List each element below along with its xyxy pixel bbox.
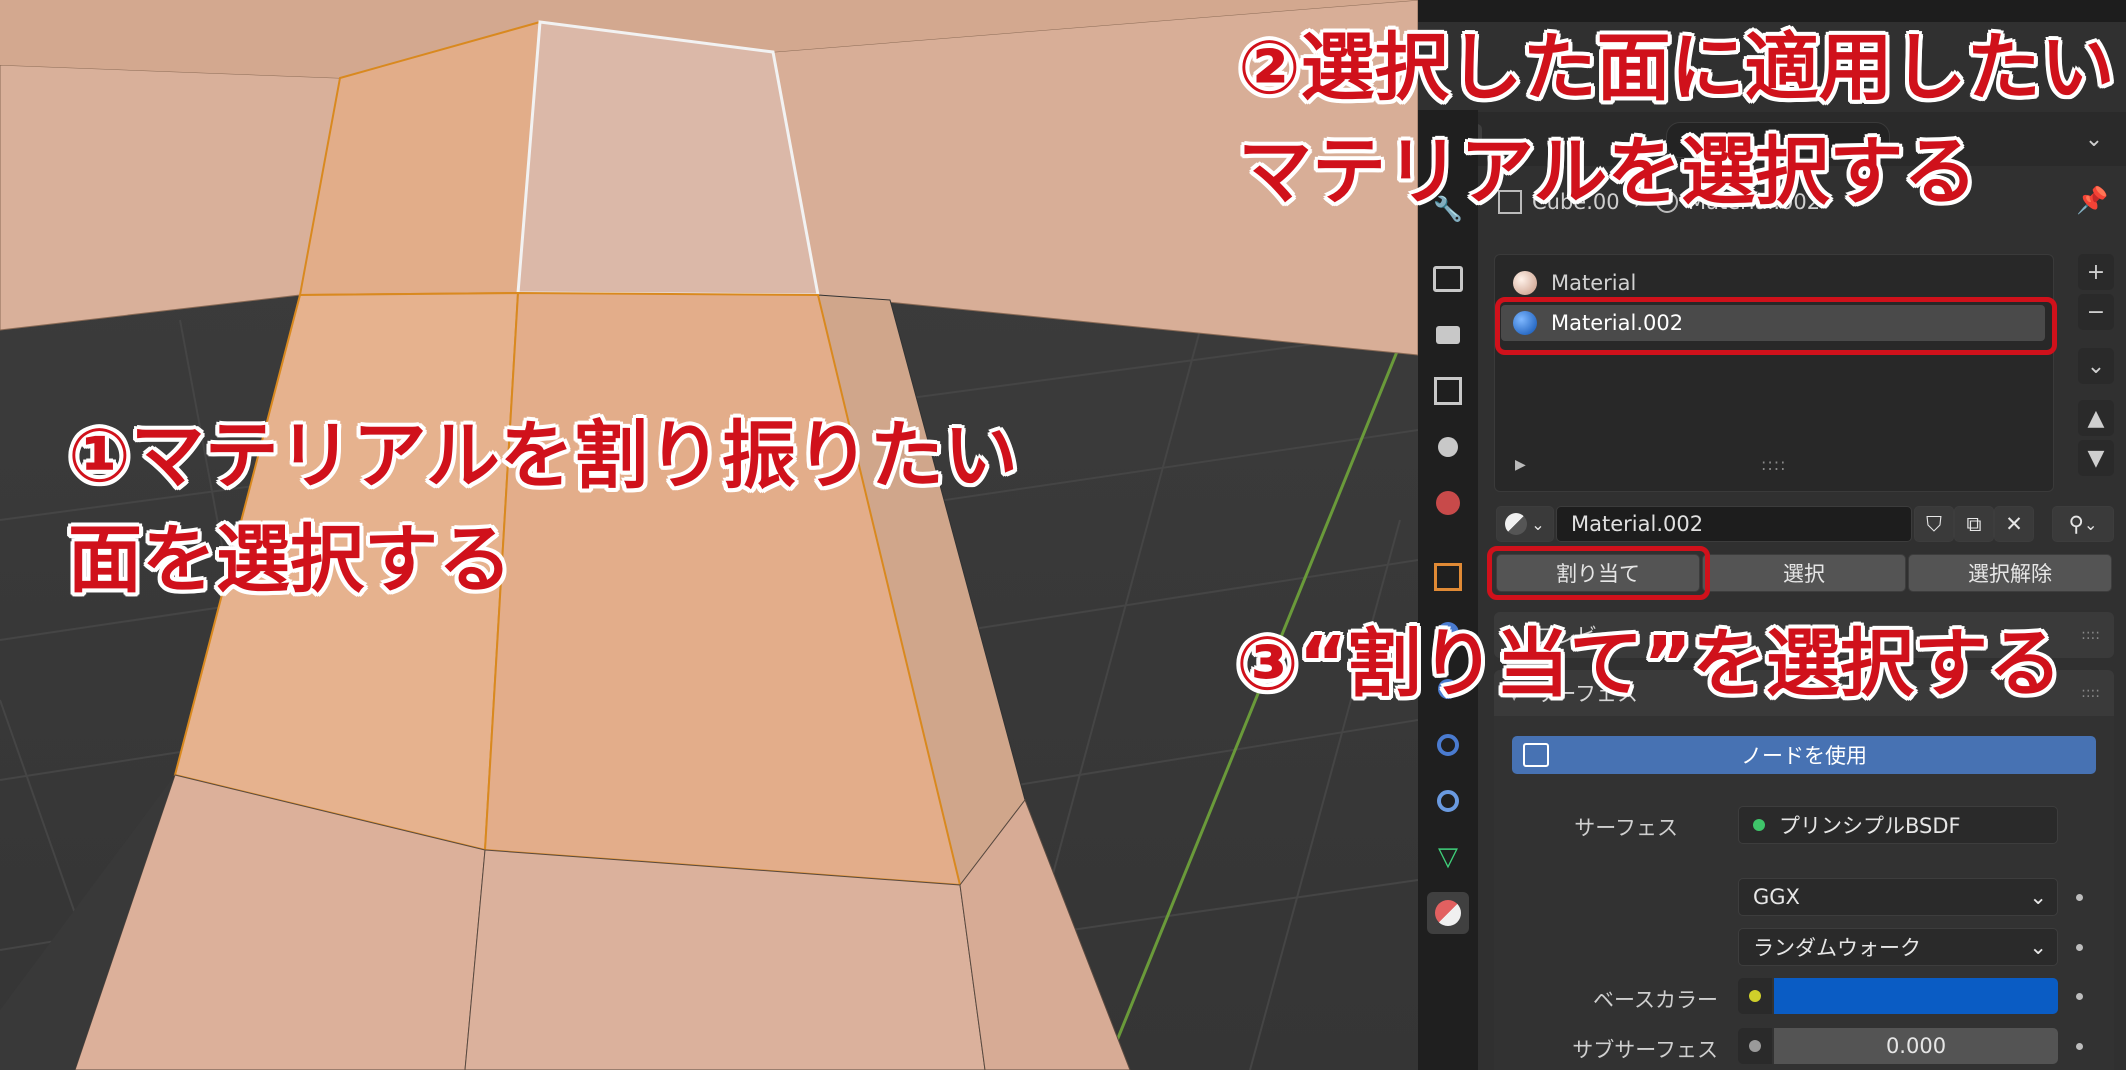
slot-specials-button[interactable]: ⌄	[2078, 348, 2114, 384]
link-mode-dropdown[interactable]: ⚲ ⌄	[2052, 506, 2114, 542]
subsurface-method-dropdown[interactable]: ランダムウォーク ⌄	[1738, 928, 2058, 966]
base-color-socket[interactable]	[1738, 978, 1772, 1014]
chevron-down-icon: ⌄	[2086, 353, 2106, 379]
highlight-assign-button	[1487, 546, 1710, 600]
add-slot-button[interactable]: +	[2078, 254, 2114, 290]
expand-triangle-icon[interactable]: ▶	[1515, 457, 1526, 473]
node-editor-icon	[1523, 743, 1549, 767]
deselect-button[interactable]: 選択解除	[1908, 554, 2112, 592]
properties-tab-bar: 🔧 ▽	[1418, 110, 1478, 1070]
duplicate-material-button[interactable]: ⧉	[1954, 506, 1994, 542]
area-top-strip	[1418, 0, 2126, 22]
triangle-down-icon: ▼	[2087, 445, 2105, 471]
material-name-value: Material.002	[1571, 512, 1704, 536]
list-item[interactable]: Material	[1501, 265, 2045, 301]
options-dropdown[interactable]: ⌄	[2076, 122, 2112, 156]
pin-icon[interactable]: 📌	[2076, 186, 2108, 216]
triangle-up-icon: ▲	[2087, 405, 2105, 431]
tab-view-layer[interactable]	[1427, 370, 1469, 412]
animate-dot-icon[interactable]	[2076, 894, 2083, 901]
animate-dot-icon[interactable]	[2076, 1043, 2083, 1050]
base-color-swatch[interactable]	[1774, 978, 2058, 1014]
subsurface-method-value: ランダムウォーク	[1753, 936, 1921, 960]
subsurface-socket[interactable]	[1738, 1028, 1772, 1064]
animate-dot-icon[interactable]	[2076, 993, 2083, 1000]
material-sphere-icon	[1435, 900, 1461, 926]
material-sphere-icon	[1505, 513, 1528, 535]
annotation-step1-line1: ①マテリアルを割り振りたい	[68, 413, 1018, 499]
tab-scene[interactable]	[1427, 426, 1469, 468]
mesh-data-icon: ▽	[1438, 842, 1458, 872]
tab-material[interactable]	[1427, 892, 1469, 934]
constraint-icon	[1437, 790, 1459, 812]
subsurface-slider[interactable]: 0.000	[1774, 1028, 2058, 1064]
chevron-down-icon: ⌄	[1531, 514, 1545, 534]
surface-shader-value: プリンシプルBSDF	[1779, 814, 1961, 838]
drag-grip-icon[interactable]: ::::	[2081, 685, 2100, 701]
distribution-value: GGX	[1753, 885, 1800, 909]
subsurface-label: サブサーフェス	[1572, 1038, 1718, 1062]
copy-icon: ⧉	[1966, 511, 1982, 536]
subsurface-value: 0.000	[1885, 1034, 1947, 1058]
move-slot-up-button[interactable]: ▲	[2078, 400, 2114, 436]
material-sphere-icon	[1513, 271, 1537, 295]
surface-label: サーフェス	[1574, 816, 1678, 840]
chevron-down-icon: ⌄	[2029, 885, 2047, 909]
distribution-dropdown[interactable]: GGX ⌄	[1738, 878, 2058, 916]
image-stack-icon	[1434, 377, 1462, 405]
close-icon: ✕	[2005, 512, 2023, 536]
annotation-step1-line2: 面を選択する	[68, 517, 512, 603]
minus-icon: −	[2086, 299, 2106, 325]
shield-icon: ⛉	[1926, 511, 1942, 536]
scene-icon	[1438, 437, 1458, 457]
tab-object[interactable]	[1427, 556, 1469, 598]
drag-grip-icon[interactable]: ::::	[2081, 627, 2100, 643]
material-slot-list[interactable]: Material Material.002 ▶ ::::	[1494, 254, 2054, 492]
world-icon	[1436, 491, 1460, 515]
highlight-material-slot	[1495, 297, 2057, 355]
move-slot-down-button[interactable]: ▼	[2078, 440, 2114, 476]
remove-slot-button[interactable]: −	[2078, 294, 2114, 330]
tab-output[interactable]	[1427, 314, 1469, 356]
annotation-step2-line1: ②選択した面に適用したい	[1238, 25, 2115, 111]
socket-grey-icon	[1749, 1040, 1761, 1052]
socket-yellow-icon	[1749, 990, 1761, 1002]
socket-green-icon	[1753, 819, 1765, 831]
animate-dot-icon[interactable]	[2076, 944, 2083, 951]
physics-icon	[1437, 734, 1459, 756]
node-tree-icon: ⚲	[2068, 512, 2084, 536]
annotation-step3: ③“割り当て”を選択する	[1236, 621, 2062, 707]
browse-material-button[interactable]: ⌄	[1496, 506, 1554, 542]
chevron-down-icon: ⌄	[2084, 126, 2104, 152]
use-nodes-button[interactable]: ノードを使用	[1512, 736, 2096, 774]
object-icon	[1434, 563, 1462, 591]
base-color-label: ベースカラー	[1593, 988, 1718, 1012]
tab-constraints[interactable]	[1427, 780, 1469, 822]
unlink-material-button[interactable]: ✕	[1994, 506, 2034, 542]
printer-icon	[1436, 326, 1460, 344]
chevron-down-icon: ⌄	[2029, 935, 2047, 959]
use-nodes-label: ノードを使用	[1741, 744, 1867, 768]
tab-physics[interactable]	[1427, 724, 1469, 766]
material-name-field[interactable]: Material.002	[1556, 506, 1912, 542]
resize-grip-icon[interactable]: ::::	[1761, 455, 1787, 474]
annotation-step2-line2: マテリアルを選択する	[1238, 129, 1978, 215]
material-slot-label: Material	[1551, 271, 1637, 295]
select-button[interactable]: 選択	[1702, 554, 1906, 592]
fake-user-button[interactable]: ⛉	[1914, 506, 1954, 542]
plus-icon: +	[2086, 259, 2106, 285]
camera-back-icon	[1433, 266, 1463, 292]
chevron-down-icon: ⌄	[2083, 514, 2098, 534]
tab-render[interactable]	[1427, 258, 1469, 300]
tab-world[interactable]	[1427, 482, 1469, 524]
surface-shader-field[interactable]: プリンシプルBSDF	[1738, 806, 2058, 844]
tab-data[interactable]: ▽	[1427, 836, 1469, 878]
